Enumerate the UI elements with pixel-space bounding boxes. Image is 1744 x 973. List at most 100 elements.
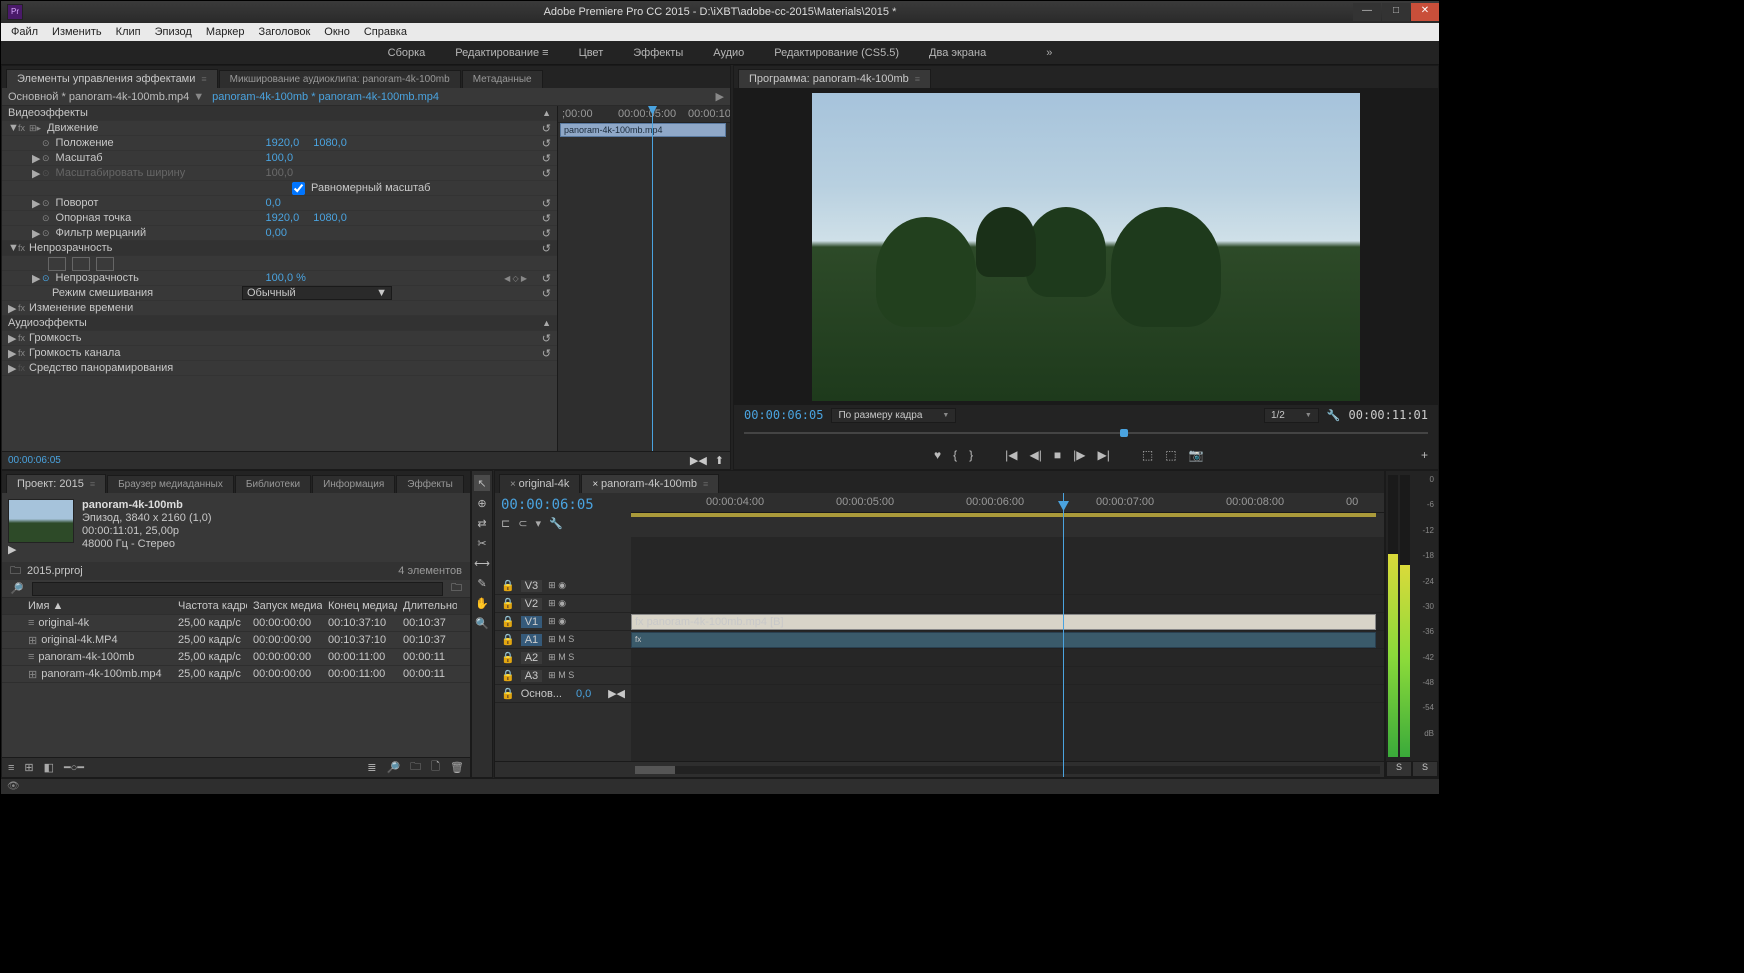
extract-icon[interactable]: ⬚ (1165, 448, 1176, 462)
project-file[interactable]: 2015.prproj (27, 565, 83, 577)
freeform-icon[interactable]: ◧ (44, 761, 54, 774)
ws-audio[interactable]: Аудио (713, 47, 744, 59)
ec-anchor[interactable]: ⊙Опорная точка1920,01080,0↺ (2, 211, 557, 226)
track-row-v3[interactable] (631, 577, 1384, 595)
play-icon[interactable]: ▶ (716, 90, 724, 103)
eye-icon[interactable]: 👁 (7, 781, 20, 792)
ec-uniform[interactable]: Равномерный масштаб (2, 181, 557, 196)
track-row-a2[interactable] (631, 649, 1384, 667)
track-v2[interactable]: 🔒V2⊞ ◉ (495, 595, 631, 613)
track-v3[interactable]: 🔒V3⊞ ◉ (495, 577, 631, 595)
selection-tool[interactable]: ↖ (474, 475, 490, 491)
menu-title[interactable]: Заголовок (253, 24, 317, 40)
menu-sequence[interactable]: Эпизод (149, 24, 198, 40)
ec-opacity-value[interactable]: ▶⊙Непрозрачность100,0 %◀ ◇ ▶↺ (2, 271, 557, 286)
new-bin-icon[interactable]: 🗀 (410, 758, 421, 777)
hand-tool[interactable]: ✋ (474, 595, 490, 611)
icon-view-icon[interactable]: ⊞ (24, 761, 33, 774)
tab-effect-controls[interactable]: Элементы управления эффектами≡ (6, 69, 218, 88)
lift-icon[interactable]: ⬚ (1142, 448, 1153, 462)
mark-out-icon[interactable]: } (969, 448, 973, 462)
tab-seq-panoram[interactable]: × panoram-4k-100mb≡ (581, 474, 719, 493)
track-a2[interactable]: 🔒A2⊞ M S (495, 649, 631, 667)
solo-left[interactable]: S (1386, 761, 1412, 777)
video-clip[interactable]: fxpanoram-4k-100mb.mp4 [В] (631, 614, 1376, 630)
menu-marker[interactable]: Маркер (200, 24, 251, 40)
program-viewer[interactable] (734, 88, 1438, 405)
reset-icon[interactable]: ↺ (542, 122, 551, 135)
timeline-scrollbar[interactable] (631, 762, 1384, 777)
menu-window[interactable]: Окно (318, 24, 356, 40)
blend-select[interactable]: Обычный▼ (242, 286, 392, 300)
col-name[interactable]: Имя ▲ (22, 600, 172, 612)
ws-assembly[interactable]: Сборка (388, 47, 426, 59)
ec-panner[interactable]: ▶fxСредство панорамирования (2, 361, 557, 376)
goto-in-icon[interactable]: |◀ (1005, 448, 1017, 462)
zoom-slider[interactable]: ━○━ (64, 761, 84, 774)
ws-overflow[interactable]: » (1046, 47, 1052, 59)
pen-tool[interactable]: ✎ (474, 575, 490, 591)
track-select-tool[interactable]: ⊕ (474, 495, 490, 511)
table-row[interactable]: ⊞original-4k.MP4 25,00 кадр/с00:00:00:00… (2, 632, 470, 649)
ripple-tool[interactable]: ⇄ (474, 515, 490, 531)
timeline-playhead[interactable] (1063, 493, 1064, 777)
track-row-v2[interactable] (631, 595, 1384, 613)
tab-info[interactable]: Информация (312, 475, 395, 493)
ws-effects[interactable]: Эффекты (633, 47, 683, 59)
ec-playhead[interactable] (652, 106, 653, 451)
track-row-master[interactable] (631, 685, 1384, 703)
menu-file[interactable]: Файл (5, 24, 44, 40)
ec-time-remap[interactable]: ▶fxИзменение времени (2, 301, 557, 316)
table-row[interactable]: ⊞panoram-4k-100mb.mp4 25,00 кадр/с00:00:… (2, 666, 470, 683)
export-icon[interactable]: ⬆ (715, 454, 724, 467)
ws-cs55[interactable]: Редактирование (CS5.5) (774, 47, 899, 59)
ec-timeline[interactable]: ;00:00 00:00:05:00 00:00:10: panoram-4k-… (557, 106, 730, 451)
ec-mask-tools[interactable] (2, 256, 557, 271)
step-fwd-icon[interactable]: |▶ (1073, 448, 1085, 462)
track-row-a3[interactable] (631, 667, 1384, 685)
ec-channel-volume[interactable]: ▶fxГромкость канала↺ (2, 346, 557, 361)
list-view-icon[interactable]: ≡ (8, 762, 14, 774)
close-button[interactable]: ✕ (1411, 3, 1439, 21)
track-master[interactable]: 🔒Основ...0,0▶◀ (495, 685, 631, 703)
marker-icon[interactable]: ▾ (535, 517, 541, 530)
track-a1[interactable]: 🔒A1⊞ M S (495, 631, 631, 649)
tab-libraries[interactable]: Библиотеки (235, 475, 311, 493)
ws-color[interactable]: Цвет (579, 47, 604, 59)
track-row-a1[interactable]: fx (631, 631, 1384, 649)
col-fps[interactable]: Частота кадров (172, 600, 247, 612)
solo-right[interactable]: S (1412, 761, 1438, 777)
filter-icon[interactable]: 🗀 (451, 579, 462, 598)
uniform-checkbox[interactable] (292, 182, 305, 195)
tab-metadata[interactable]: Метаданные (462, 70, 543, 88)
thumb-play-icon[interactable]: ▶ (8, 543, 74, 556)
timeline-ruler[interactable]: 00:00:04:00 00:00:05:00 00:00:06:00 00:0… (631, 493, 1384, 513)
slip-tool[interactable]: ⟷ (474, 555, 490, 571)
loop-icon[interactable]: ▶◀ (690, 454, 707, 467)
goto-out-icon[interactable]: ▶| (1097, 448, 1109, 462)
timeline-timecode[interactable]: 00:00:06:05 (501, 497, 625, 513)
razor-tool[interactable]: ✂ (474, 535, 490, 551)
col-dur[interactable]: Длительнос (397, 600, 457, 612)
tab-audio-mixer[interactable]: Микширование аудиоклипа: panoram-4k-100m… (219, 70, 461, 88)
minimize-button[interactable]: — (1353, 3, 1381, 21)
tab-effects-panel[interactable]: Эффекты (396, 475, 463, 493)
ec-scale[interactable]: ▶⊙Масштаб100,0↺ (2, 151, 557, 166)
maximize-button[interactable]: □ (1382, 3, 1410, 21)
tab-media-browser[interactable]: Браузер медиаданных (107, 475, 234, 493)
ec-opacity[interactable]: ▼fxНепрозрачность↺ (2, 241, 557, 256)
rect-mask-icon[interactable] (72, 257, 90, 271)
program-timecode[interactable]: 00:00:06:05 (744, 408, 823, 422)
tab-seq-original[interactable]: × original-4k (499, 474, 580, 493)
track-row-v1[interactable]: fxpanoram-4k-100mb.mp4 [В] (631, 613, 1384, 631)
ws-dual[interactable]: Два экрана (929, 47, 986, 59)
ec-blend[interactable]: Режим смешиванияОбычный▼↺ (2, 286, 557, 301)
track-a3[interactable]: 🔒A3⊞ M S (495, 667, 631, 685)
add-button-icon[interactable]: + (1421, 448, 1428, 462)
play-button[interactable]: ■ (1054, 448, 1061, 462)
settings-icon[interactable]: 🔧 (549, 517, 563, 530)
export-frame-icon[interactable]: 📷 (1189, 448, 1204, 462)
mark-in-icon[interactable]: { (953, 448, 957, 462)
ec-clip[interactable]: panoram-4k-100mb.mp4 (560, 123, 726, 137)
snap-icon[interactable]: ⊏ (501, 517, 510, 530)
